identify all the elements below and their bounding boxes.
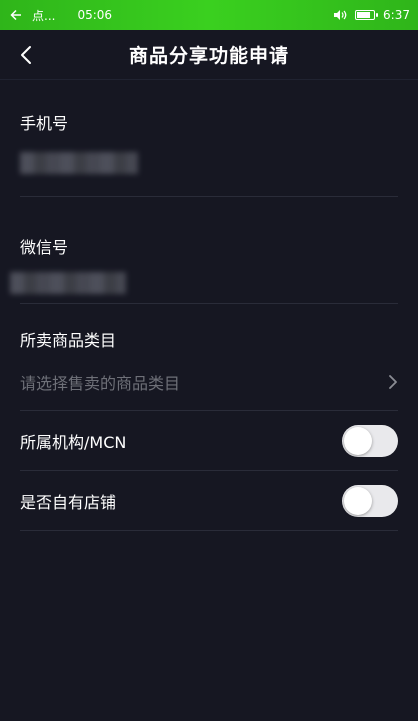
phone-field[interactable]: 手机号	[20, 81, 398, 197]
battery-level	[357, 12, 370, 18]
wechat-label: 微信号	[20, 238, 69, 257]
toggle-knob	[344, 426, 372, 455]
chevron-left-icon	[21, 46, 31, 64]
category-field: 所卖商品类目 请选择售卖的商品类目	[20, 304, 398, 411]
own-store-toggle[interactable]	[342, 484, 398, 517]
mcn-row: 所属机构/MCN	[20, 411, 398, 471]
chevron-right-icon	[388, 374, 398, 390]
status-time-left: 05:06	[77, 8, 113, 22]
category-placeholder: 请选择售卖的商品类目	[20, 374, 181, 393]
status-app-text: 点...	[32, 8, 56, 23]
category-selector[interactable]: 请选择售卖的商品类目	[20, 365, 398, 399]
phone-label: 手机号	[20, 114, 69, 133]
back-button[interactable]	[14, 43, 38, 67]
own-store-row: 是否自有店铺	[20, 471, 398, 531]
mcn-label: 所属机构/MCN	[20, 432, 127, 452]
form: 手机号 微信号 所卖商品类目 请选择售卖的商品类目 所属机构/MCN 是否自有店…	[0, 81, 418, 531]
nav-bar: 商品分享功能申请	[0, 30, 418, 80]
wechat-field[interactable]: 微信号	[10, 197, 398, 304]
volume-icon	[333, 9, 347, 21]
battery-icon	[355, 10, 379, 20]
phone-value-redacted[interactable]	[20, 152, 138, 174]
page-title: 商品分享功能申请	[128, 45, 289, 67]
wechat-value-redacted[interactable]	[10, 272, 126, 294]
category-label: 所卖商品类目	[20, 331, 117, 350]
mcn-toggle[interactable]	[342, 424, 398, 457]
back-arrow-icon[interactable]	[8, 7, 24, 23]
status-bar: 点... 05:06 6:37	[0, 0, 418, 30]
own-store-label: 是否自有店铺	[20, 492, 117, 512]
toggle-knob	[344, 486, 372, 515]
status-time-right: 6:37	[383, 8, 410, 22]
